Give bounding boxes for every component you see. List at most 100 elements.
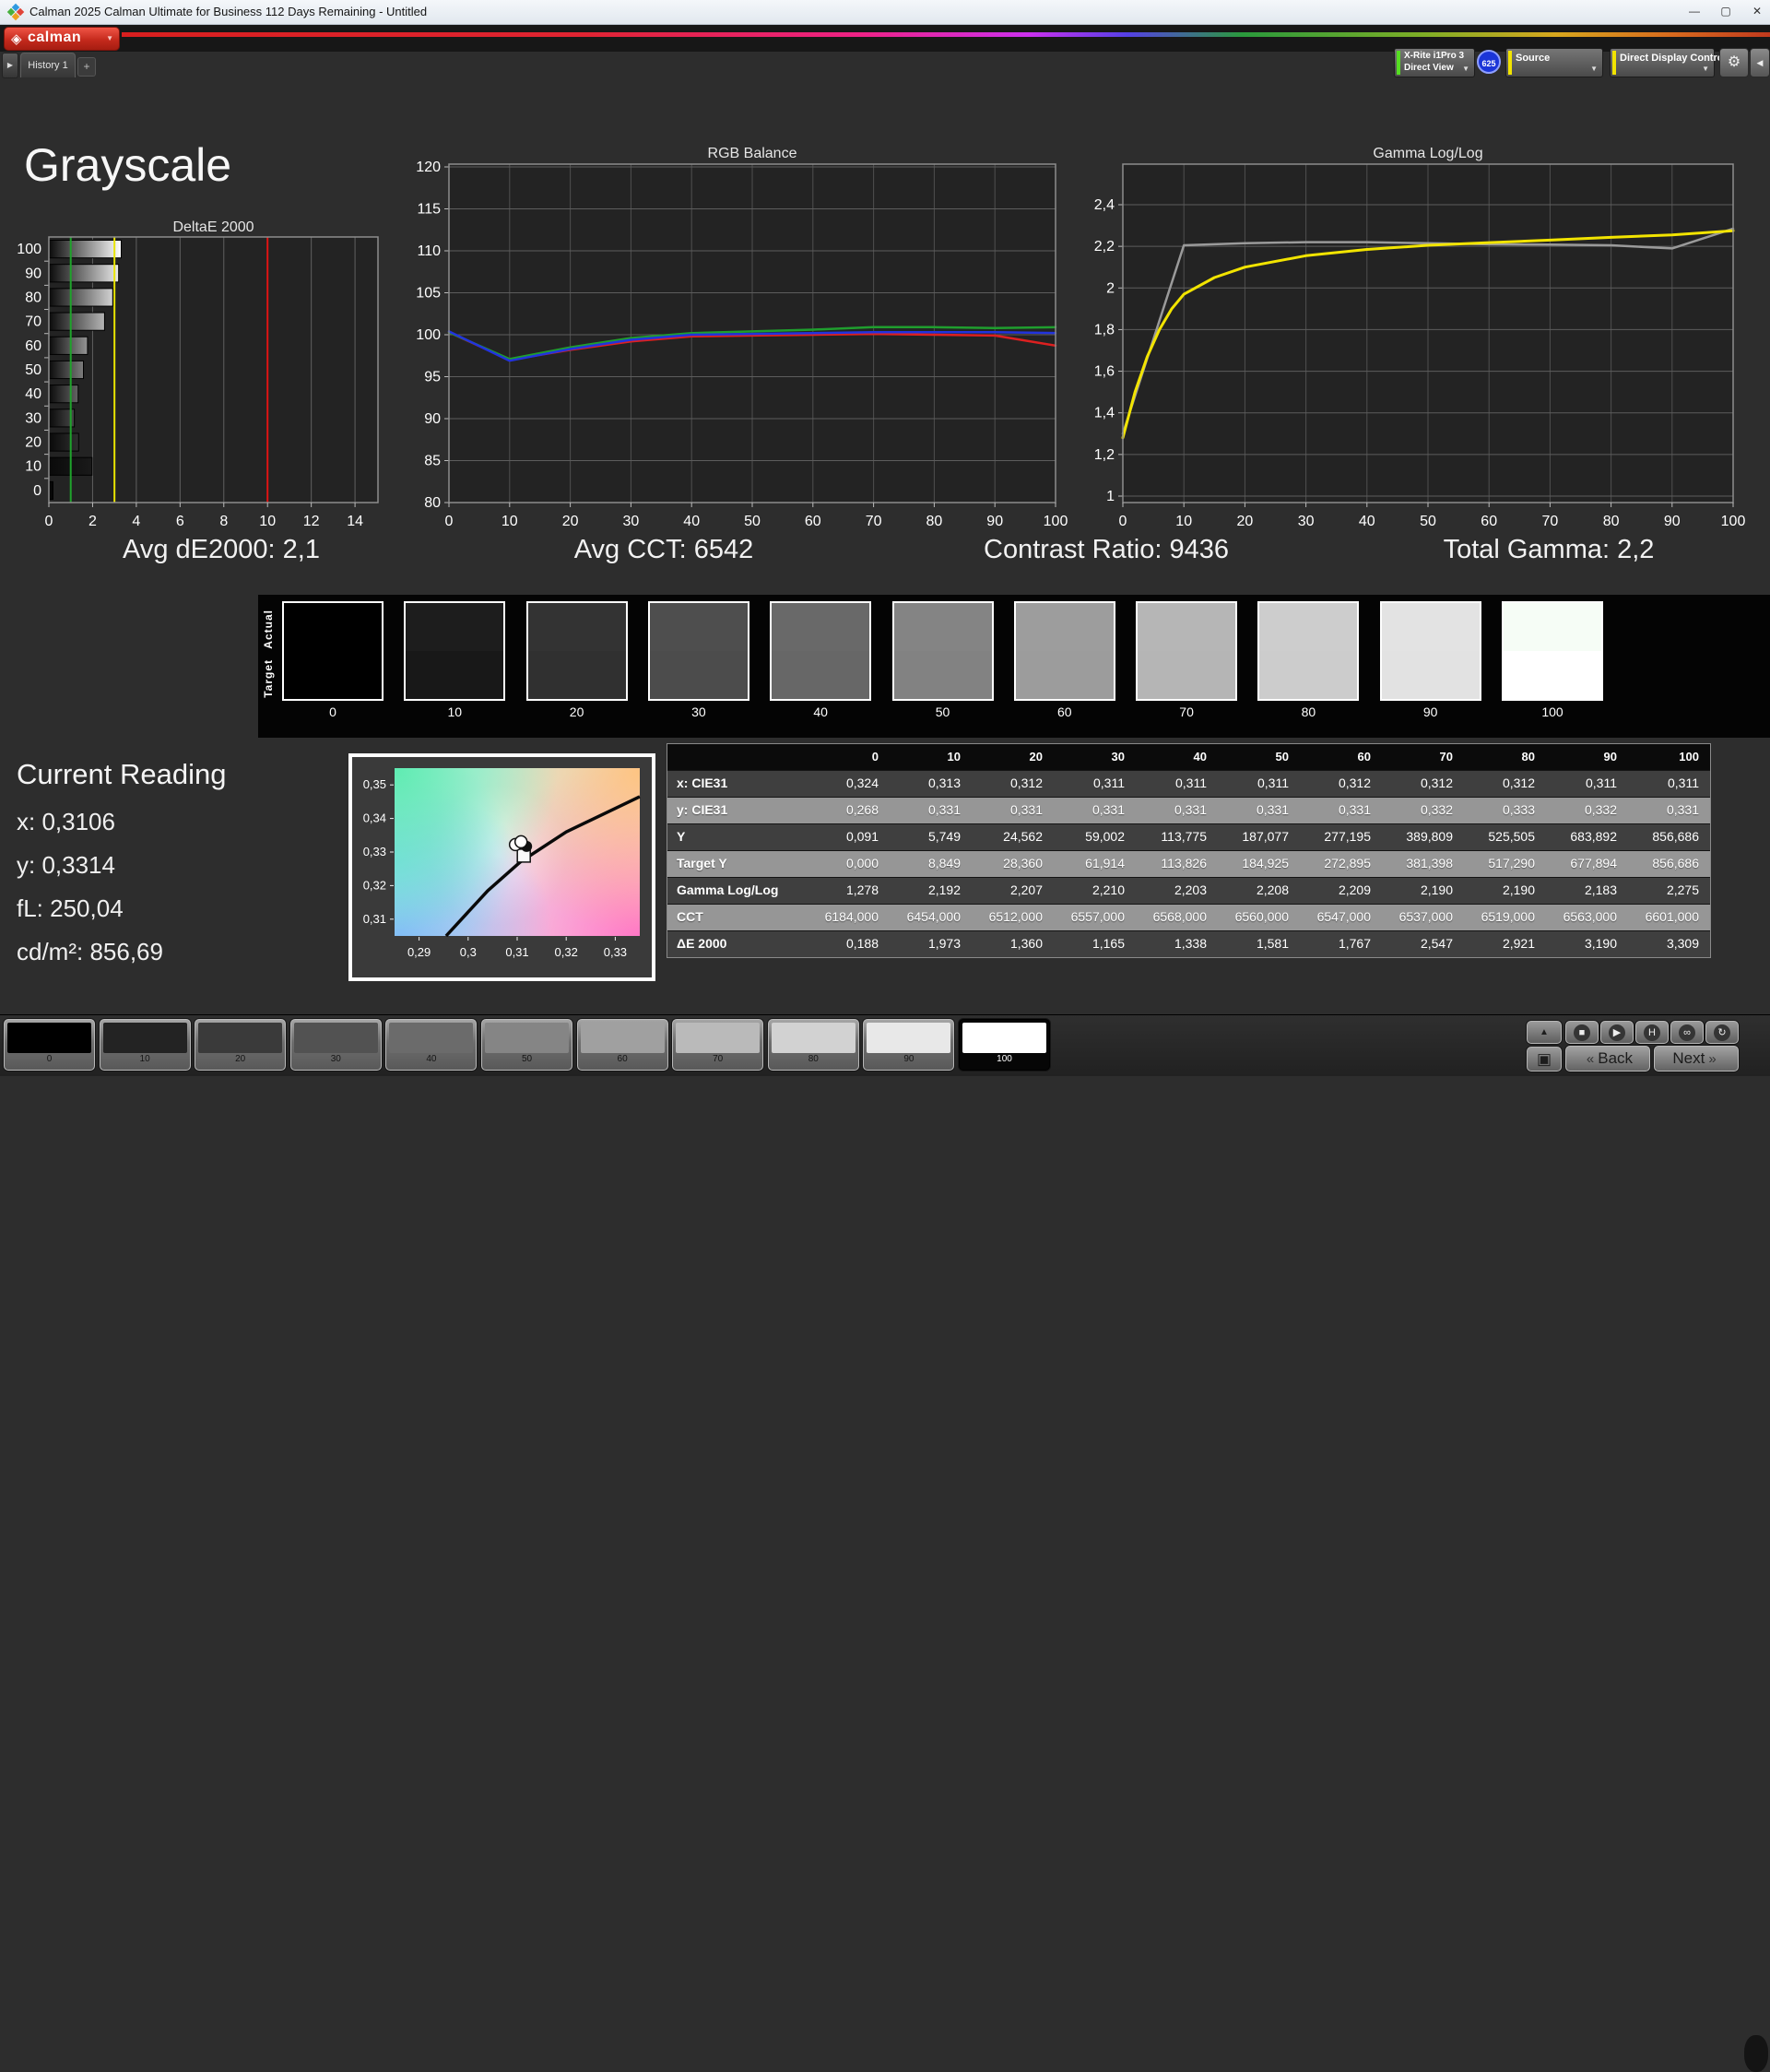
grayscale-pattern-button-60[interactable]: 60 [576, 1019, 668, 1071]
table-cell: 0,091 [808, 824, 890, 850]
svg-text:0: 0 [45, 514, 53, 529]
table-row-label: CCT [667, 905, 808, 930]
meter-dropdown[interactable]: X-Rite i1Pro 3 Direct View ▼ [1394, 48, 1475, 77]
deltae-chart: 10090807060504030201000 2 4 6 8 10 12 14 [17, 236, 379, 529]
table-column-header: 30 [1054, 744, 1136, 770]
svg-text:0: 0 [445, 514, 454, 529]
grayscale-pattern-button-10[interactable]: 10 [99, 1019, 191, 1071]
measure-mode-button[interactable]: H [1635, 1021, 1669, 1044]
table-cell: 6184,000 [808, 905, 890, 930]
svg-text:80: 80 [25, 290, 41, 305]
table-row-label: y: CIE31 [667, 798, 808, 823]
settings-button[interactable]: ⚙ [1719, 48, 1749, 77]
table-cell: 2,275 [1628, 878, 1710, 904]
pattern-window-button[interactable]: ▣ [1527, 1047, 1562, 1072]
tab-scroll-button[interactable]: ▶ [2, 53, 18, 78]
table-cell: 0,331 [1136, 798, 1218, 823]
grayscale-pattern-button-0[interactable]: 0 [4, 1019, 95, 1071]
expand-toolbar-button[interactable]: ▲ [1527, 1021, 1562, 1044]
table-cell: 6519,000 [1464, 905, 1546, 930]
table-cell: 0,332 [1382, 798, 1464, 823]
chevron-double-right-icon: » [1708, 1051, 1717, 1067]
swatch-actual [1015, 603, 1114, 651]
grayscale-swatch-strip: Actual Target 0 10 20 30 40 50 60 70 80 90 100 [258, 595, 1770, 738]
svg-text:110: 110 [417, 243, 441, 259]
table-column-header: 10 [890, 744, 972, 770]
avg-de2000-stat: Avg dE2000: 2,1 [123, 535, 320, 564]
swatch-actual [772, 603, 870, 651]
source-dropdown[interactable]: Source ▼ [1505, 48, 1603, 77]
svg-text:40: 40 [683, 514, 700, 529]
grayscale-pattern-button-20[interactable]: 20 [195, 1019, 287, 1071]
table-row-label: ΔE 2000 [667, 931, 808, 957]
arrow-up-icon: ▲ [1540, 1027, 1549, 1037]
table-cell: 0,331 [1054, 798, 1136, 823]
svg-text:60: 60 [805, 514, 821, 529]
close-button[interactable]: ✕ [1742, 0, 1770, 23]
grayscale-pattern-button-30[interactable]: 30 [289, 1019, 382, 1071]
svg-text:1: 1 [1106, 489, 1115, 504]
grayscale-pattern-button-50[interactable]: 50 [481, 1019, 572, 1071]
pattern-window-icon: ▣ [1536, 1050, 1552, 1068]
refresh-icon: ↻ [1714, 1024, 1730, 1041]
chevron-down-icon: ▼ [106, 34, 113, 42]
svg-text:4: 4 [132, 514, 140, 529]
svg-text:10: 10 [1175, 514, 1192, 529]
pattern-level-label: 80 [808, 1054, 819, 1064]
maximize-button[interactable]: ▢ [1711, 0, 1740, 23]
summary-stats-row: Avg dE2000: 2,1 Avg CCT: 6542 Contrast R… [0, 535, 1770, 575]
table-cell: 6557,000 [1054, 905, 1136, 930]
target-row-label: Target [262, 659, 275, 698]
pattern-chip [676, 1023, 761, 1053]
stop-measure-button[interactable]: ■ [1565, 1021, 1599, 1044]
meter-name: X-Rite i1Pro 3 [1404, 51, 1465, 61]
swatch-actual [1504, 603, 1601, 651]
calman-diamond-icon: ◈ [11, 31, 22, 47]
swatch-target [772, 651, 870, 699]
add-tab-button[interactable]: + [77, 57, 96, 77]
next-button[interactable]: Next» [1654, 1046, 1739, 1072]
svg-text:0,32: 0,32 [555, 945, 578, 959]
single-measure-button[interactable]: ▶ [1600, 1021, 1634, 1044]
chevron-down-icon: ▼ [1590, 65, 1598, 73]
refresh-measure-button[interactable]: ↻ [1705, 1021, 1739, 1044]
reading-fl: fL: 250,04 [17, 894, 124, 922]
grayscale-pattern-button-70[interactable]: 70 [672, 1019, 764, 1071]
svg-text:0,35: 0,35 [363, 777, 386, 791]
collapse-panel-button[interactable]: ◀ [1750, 48, 1770, 77]
grayscale-pattern-button-40[interactable]: 40 [385, 1019, 478, 1071]
display-control-dropdown[interactable]: Direct Display Control ▼ [1610, 48, 1727, 77]
table-corner-cell [667, 744, 808, 770]
grayscale-pattern-button-100[interactable]: 100 [959, 1019, 1050, 1071]
swatch-30 [647, 601, 749, 701]
svg-text:120: 120 [416, 160, 441, 175]
svg-text:90: 90 [424, 411, 441, 427]
table-cell: 0,268 [808, 798, 890, 823]
table-cell: 113,775 [1136, 824, 1218, 850]
tab-history-1[interactable]: History 1 [20, 53, 76, 77]
measurement-table: 0 10 20 30 40 50 60 70 80 90 100 x: CIE31 0,324 0,313… [667, 743, 1711, 958]
table-cell: 0,311 [1628, 771, 1710, 797]
table-cell: 24,562 [972, 824, 1054, 850]
svg-text:20: 20 [1237, 514, 1254, 529]
grayscale-pattern-button-80[interactable]: 80 [767, 1019, 859, 1071]
minimize-button[interactable]: — [1680, 0, 1709, 23]
chevron-down-icon: ▼ [1702, 65, 1709, 73]
swatch-90 [1379, 601, 1481, 701]
svg-text:0: 0 [1119, 514, 1127, 529]
back-button[interactable]: «Back [1565, 1046, 1650, 1072]
table-cell: 2,208 [1218, 878, 1300, 904]
meter-count-badge: 625 [1477, 50, 1501, 74]
reading-cdm2: cd/m²: 856,69 [17, 938, 163, 965]
swatch-target [1504, 651, 1601, 699]
continuous-measure-button[interactable]: ∞ [1670, 1021, 1704, 1044]
svg-text:0,3: 0,3 [460, 945, 477, 959]
calman-menu-button[interactable]: ◈ calman ▼ [4, 27, 120, 51]
grayscale-pattern-button-90[interactable]: 90 [863, 1019, 955, 1071]
table-cell: 1,338 [1136, 931, 1218, 957]
cie-chromaticity-panel: 0,35 0,34 0,33 0,32 0,31 0,29 0,3 0,31 0,32 0,33 [348, 753, 655, 981]
table-cell: 0,333 [1464, 798, 1546, 823]
svg-text:0,31: 0,31 [505, 945, 528, 959]
table-cell: 187,077 [1218, 824, 1300, 850]
svg-text:1,8: 1,8 [1094, 322, 1115, 337]
